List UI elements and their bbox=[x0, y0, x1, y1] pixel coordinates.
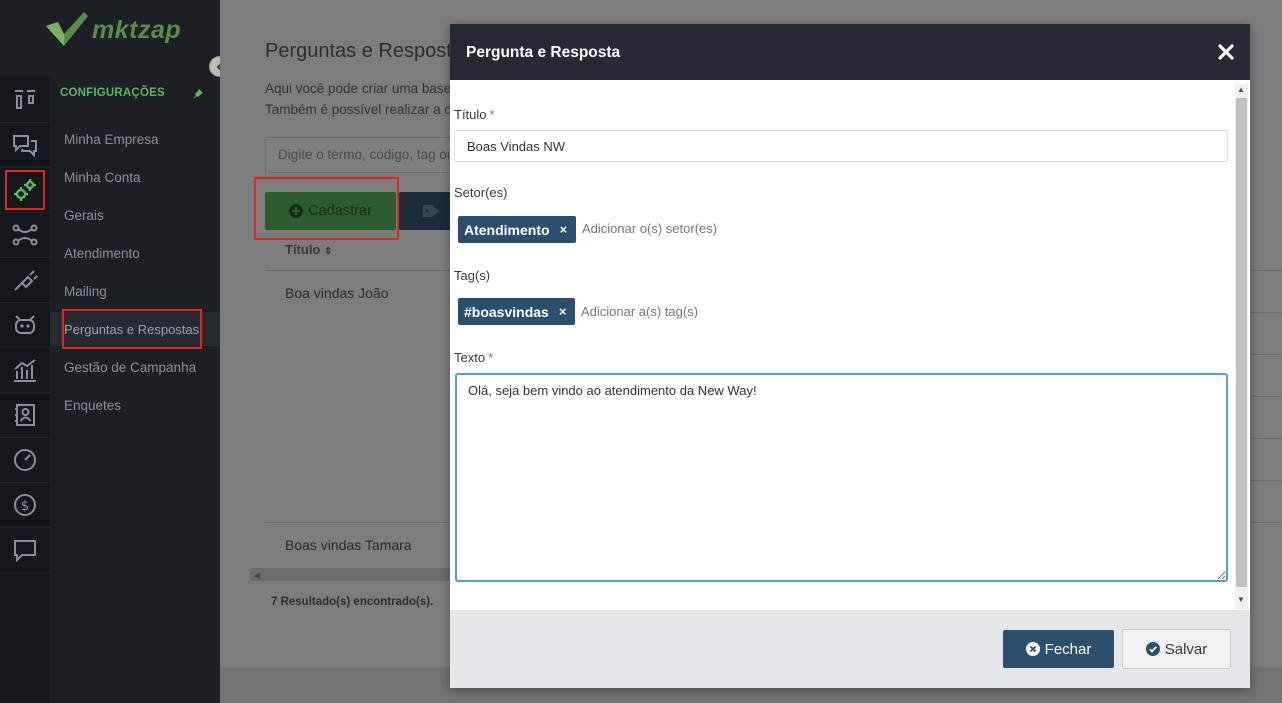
modal-header: Pergunta e Resposta bbox=[450, 24, 1250, 80]
qa-modal: Pergunta e Resposta Título* Setor(es) At… bbox=[450, 24, 1250, 688]
rail-network[interactable] bbox=[0, 213, 50, 258]
tag-input[interactable]: Adicionar a(s) tag(s) bbox=[581, 304, 698, 319]
save-button[interactable]: Salvar bbox=[1122, 629, 1231, 669]
chat-icon bbox=[13, 135, 37, 158]
submenu-item-gestao-campanha[interactable]: Gestão de Campanha bbox=[64, 360, 196, 375]
text-textarea[interactable]: Olá, seja bem vindo ao atendimento da Ne… bbox=[455, 373, 1228, 582]
save-button-label: Salvar bbox=[1164, 640, 1208, 658]
tag-chip[interactable]: #boasvindas × bbox=[458, 298, 576, 325]
submenu-highlight bbox=[62, 309, 202, 349]
scroll-left-icon[interactable]: ◀ bbox=[254, 571, 260, 580]
add-button-highlight bbox=[254, 177, 399, 240]
rail-board[interactable] bbox=[0, 78, 50, 123]
rail-contacts[interactable] bbox=[0, 393, 50, 438]
close-button-label: Fechar bbox=[1044, 640, 1092, 658]
network-icon bbox=[12, 224, 38, 246]
text-label-text: Texto bbox=[454, 350, 486, 365]
submenu-title: CONFIGURAÇÕES bbox=[60, 87, 165, 99]
row-divider bbox=[1250, 396, 1282, 397]
page-description-line-2: Também é possível realizar a cr bbox=[265, 102, 450, 117]
remove-tag-icon[interactable]: × bbox=[559, 304, 567, 319]
table-row[interactable]: Boa vindas João bbox=[285, 285, 389, 301]
logo-text: mktzap bbox=[92, 16, 182, 44]
row-divider bbox=[265, 522, 450, 523]
row-divider bbox=[1250, 480, 1282, 481]
rail-messages[interactable] bbox=[0, 528, 50, 573]
row-divider bbox=[1250, 270, 1282, 271]
result-count: 7 Resultado(s) encontrado(s). bbox=[271, 596, 434, 608]
rail-dashboard[interactable] bbox=[0, 438, 50, 483]
modal-footer: Fechar Salvar bbox=[450, 610, 1250, 688]
svg-text:$: $ bbox=[21, 499, 29, 514]
search-input[interactable]: Digite o termo, código, tag ou bbox=[265, 137, 465, 173]
title-field-label: Título * bbox=[454, 107, 495, 122]
row-divider bbox=[1250, 354, 1282, 355]
modal-title: Pergunta e Resposta bbox=[466, 44, 621, 61]
required-mark: * bbox=[489, 107, 495, 122]
row-divider bbox=[1250, 312, 1282, 313]
title-input[interactable] bbox=[454, 130, 1228, 162]
submenu-item-minha-conta[interactable]: Minha Conta bbox=[64, 170, 141, 185]
speedometer-icon bbox=[14, 449, 36, 471]
rail-chat[interactable] bbox=[0, 123, 50, 168]
column-header-label: Título bbox=[285, 242, 321, 257]
row-divider bbox=[1250, 522, 1282, 523]
column-header-title[interactable]: Título ⇕ bbox=[285, 242, 332, 257]
sector-chip-label: Atendimento bbox=[464, 221, 550, 238]
contacts-icon bbox=[15, 404, 35, 426]
logo-check-icon bbox=[46, 12, 88, 46]
remove-sector-icon[interactable]: × bbox=[560, 222, 568, 237]
times-circle-icon bbox=[1025, 642, 1040, 656]
horizontal-scrollbar[interactable] bbox=[250, 568, 450, 581]
row-divider bbox=[1250, 438, 1282, 439]
message-icon bbox=[14, 540, 36, 563]
tag-chip-label: #boasvindas bbox=[464, 303, 549, 320]
board-icon bbox=[15, 90, 35, 109]
scroll-up-icon[interactable]: ▲ bbox=[1237, 85, 1245, 94]
rail-reports[interactable] bbox=[0, 348, 50, 393]
table-row[interactable]: Boas vindas Tamara bbox=[285, 537, 412, 553]
chart-icon bbox=[14, 359, 36, 382]
settings-submenu: CONFIGURAÇÕES Minha Empresa Minha Conta … bbox=[50, 76, 220, 703]
submenu-item-atendimento[interactable]: Atendimento bbox=[64, 246, 140, 261]
rail-settings-highlight bbox=[5, 170, 45, 210]
sectors-field-label: Setor(es) bbox=[454, 185, 508, 200]
modal-scrollbar-thumb[interactable] bbox=[1236, 98, 1247, 587]
page-title: Perguntas e Respostas bbox=[265, 40, 450, 62]
submenu-item-enquetes[interactable]: Enquetes bbox=[64, 398, 121, 413]
text-field-label: Texto * bbox=[454, 350, 493, 365]
submenu-item-minha-empresa[interactable]: Minha Empresa bbox=[64, 132, 159, 147]
rail-billing[interactable]: $ bbox=[0, 483, 50, 528]
submenu-item-mailing[interactable]: Mailing bbox=[64, 284, 107, 299]
rail-plugin[interactable] bbox=[0, 258, 50, 303]
page-description-line-1: Aqui você pode criar uma base bbox=[265, 81, 450, 96]
title-label-text: Título bbox=[454, 107, 487, 122]
required-mark: * bbox=[488, 350, 494, 365]
logo-area: mktzap bbox=[0, 0, 220, 76]
close-button[interactable]: Fechar bbox=[1003, 630, 1114, 668]
check-circle-icon bbox=[1145, 642, 1160, 656]
sort-icon: ⇕ bbox=[324, 246, 333, 257]
robot-icon bbox=[15, 315, 35, 334]
close-icon[interactable] bbox=[1217, 43, 1235, 61]
sector-chip[interactable]: Atendimento × bbox=[458, 216, 577, 243]
scroll-down-icon[interactable]: ▼ bbox=[1237, 595, 1245, 604]
pin-icon[interactable] bbox=[192, 88, 204, 100]
plug-icon bbox=[14, 270, 38, 291]
rail-bot[interactable] bbox=[0, 303, 50, 348]
dollar-icon: $ bbox=[14, 494, 36, 516]
tags-field-label: Tag(s) bbox=[454, 268, 491, 283]
sector-input[interactable]: Adicionar o(s) setor(es) bbox=[582, 221, 717, 236]
submenu-item-gerais[interactable]: Gerais bbox=[64, 208, 104, 223]
tag-icon bbox=[423, 205, 439, 217]
